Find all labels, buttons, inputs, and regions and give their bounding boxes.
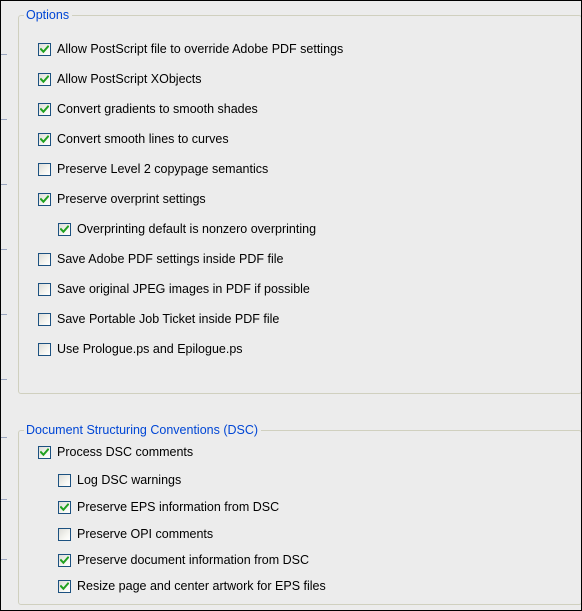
checkbox-preserve-document-information[interactable]: Preserve document information from DSC (58, 551, 309, 569)
left-edge-tick (1, 499, 7, 500)
left-edge-tick (1, 249, 7, 250)
checkbox-checked-icon[interactable] (58, 500, 71, 514)
checkbox-preserve-eps-information[interactable]: Preserve EPS information from DSC (58, 498, 279, 516)
checkbox-preserve-overprint[interactable]: Preserve overprint settings (38, 190, 206, 208)
checkbox-checked-icon[interactable] (58, 222, 71, 236)
left-edge-tick (1, 314, 7, 315)
checkbox-process-dsc-comments[interactable]: Process DSC comments (38, 443, 193, 461)
checkbox-preserve-opi-comments[interactable]: Preserve OPI comments (58, 525, 213, 543)
checkbox-resize-page-center-artwork[interactable]: Resize page and center artwork for EPS f… (58, 577, 326, 595)
checkbox-checked-icon[interactable] (38, 132, 51, 146)
checkbox-log-dsc-warnings[interactable]: Log DSC warnings (58, 471, 181, 489)
checkbox-save-original-jpeg[interactable]: Save original JPEG images in PDF if poss… (38, 280, 310, 298)
left-edge-tick (1, 379, 7, 380)
checkbox-checked-icon[interactable] (58, 553, 71, 567)
checkbox-checked-icon[interactable] (38, 42, 51, 56)
dsc-group: Document Structuring Conventions (DSC) P… (18, 422, 581, 605)
checkbox-convert-smooth-lines[interactable]: Convert smooth lines to curves (38, 130, 229, 148)
checkbox-label: Log DSC warnings (77, 473, 182, 487)
checkbox-preserve-level2-copypage[interactable]: Preserve Level 2 copypage semantics (38, 160, 268, 178)
checkbox-label: Save Portable Job Ticket inside PDF file (57, 312, 280, 326)
checkbox-use-prologue-epilogue[interactable]: Use Prologue.ps and Epilogue.ps (38, 340, 243, 358)
dsc-group-title: Document Structuring Conventions (DSC) (24, 422, 262, 438)
checkbox-unchecked-icon[interactable] (38, 252, 51, 266)
checkbox-label: Convert smooth lines to curves (57, 132, 229, 146)
checkbox-overprinting-default-nonzero[interactable]: Overprinting default is nonzero overprin… (58, 220, 316, 238)
checkbox-unchecked-icon[interactable] (58, 473, 71, 487)
checkbox-label: Allow PostScript XObjects (57, 72, 202, 86)
checkbox-convert-gradients[interactable]: Convert gradients to smooth shades (38, 100, 258, 118)
checkbox-checked-icon[interactable] (38, 445, 51, 459)
checkbox-unchecked-icon[interactable] (38, 312, 51, 326)
checkbox-label: Convert gradients to smooth shades (57, 102, 258, 116)
options-group: Options Allow PostScript file to overrid… (18, 7, 581, 394)
left-edge-tick (1, 559, 7, 560)
checkbox-label: Save Adobe PDF settings inside PDF file (57, 252, 284, 266)
checkbox-label: Process DSC comments (57, 445, 194, 459)
checkbox-checked-icon[interactable] (38, 102, 51, 116)
checkbox-unchecked-icon[interactable] (58, 527, 71, 541)
options-group-title: Options (24, 7, 73, 23)
settings-panel: Options Allow PostScript file to overrid… (0, 0, 582, 611)
checkbox-unchecked-icon[interactable] (38, 162, 51, 176)
checkbox-unchecked-icon[interactable] (38, 342, 51, 356)
checkbox-label: Use Prologue.ps and Epilogue.ps (57, 342, 243, 356)
checkbox-label: Allow PostScript file to override Adobe … (57, 42, 344, 56)
left-edge-tick (1, 119, 7, 120)
checkbox-label: Save original JPEG images in PDF if poss… (57, 282, 310, 296)
checkbox-checked-icon[interactable] (58, 579, 71, 593)
checkbox-checked-icon[interactable] (38, 72, 51, 86)
checkbox-label: Preserve EPS information from DSC (77, 500, 280, 514)
checkbox-checked-icon[interactable] (38, 192, 51, 206)
checkbox-label: Preserve document information from DSC (77, 553, 310, 567)
left-edge-tick (1, 54, 7, 55)
checkbox-label: Overprinting default is nonzero overprin… (77, 222, 317, 236)
checkbox-allow-postscript-xobjects[interactable]: Allow PostScript XObjects (38, 70, 202, 88)
left-edge-tick (1, 184, 7, 185)
checkbox-allow-postscript-override[interactable]: Allow PostScript file to override Adobe … (38, 40, 343, 58)
checkbox-label: Resize page and center artwork for EPS f… (77, 579, 326, 593)
left-edge-tick (1, 437, 7, 438)
checkbox-label: Preserve overprint settings (57, 192, 206, 206)
checkbox-label: Preserve OPI comments (77, 527, 214, 541)
checkbox-save-adobe-pdf-settings[interactable]: Save Adobe PDF settings inside PDF file (38, 250, 284, 268)
checkbox-save-portable-job-ticket[interactable]: Save Portable Job Ticket inside PDF file (38, 310, 279, 328)
checkbox-unchecked-icon[interactable] (38, 282, 51, 296)
checkbox-label: Preserve Level 2 copypage semantics (57, 162, 269, 176)
